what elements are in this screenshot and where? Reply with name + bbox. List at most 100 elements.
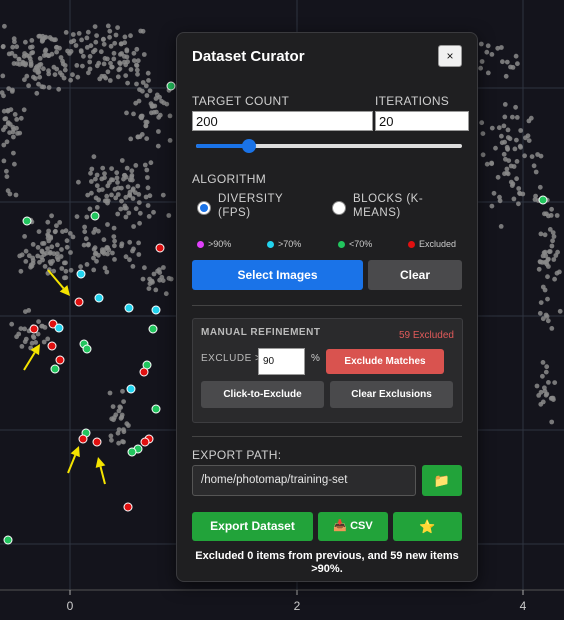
embedding-point — [125, 423, 131, 428]
green-point — [148, 324, 158, 334]
exclude-threshold-input[interactable]: 90 — [258, 348, 305, 375]
embedding-point — [63, 268, 69, 274]
embedding-point — [131, 111, 136, 117]
embedding-point — [48, 235, 54, 241]
embedding-point — [548, 213, 554, 218]
embedding-point — [61, 260, 67, 266]
embedding-point — [43, 52, 49, 58]
green-point — [90, 211, 100, 221]
export-dataset-button[interactable]: Export Dataset — [192, 512, 313, 541]
embedding-point — [74, 63, 80, 68]
embedding-point — [55, 242, 60, 248]
red-point — [78, 434, 88, 444]
embedding-point — [64, 244, 70, 250]
embedding-point — [89, 179, 94, 184]
embedding-point — [557, 308, 563, 314]
embedding-point — [526, 138, 532, 144]
close-button[interactable]: × — [438, 45, 462, 67]
embedding-point — [23, 259, 29, 264]
iterations-input[interactable]: 20 — [375, 111, 469, 131]
exclude-matches-button[interactable]: Exclude Matches — [326, 349, 444, 374]
embedding-point — [533, 169, 539, 175]
radio-diversity[interactable] — [197, 201, 211, 215]
x-tick-label: 2 — [294, 599, 301, 613]
export-path-input[interactable]: /home/photomap/training-set — [192, 465, 416, 496]
embedding-point — [142, 265, 147, 271]
radio-diversity-label[interactable]: DIVERSITY (FPS) — [218, 192, 300, 220]
embedding-point — [101, 61, 107, 67]
embedding-point — [126, 210, 132, 216]
embedding-point — [94, 172, 100, 178]
embedding-point — [163, 291, 169, 297]
target-count-input[interactable]: 200 — [192, 111, 373, 131]
embedding-point — [1, 142, 7, 148]
red-point — [92, 437, 102, 447]
percent-sign: % — [311, 353, 320, 364]
radio-blocks-label[interactable]: BLOCKS (K-MEANS) — [353, 192, 443, 220]
embedding-point — [76, 179, 81, 185]
embedding-point — [522, 153, 527, 159]
embedding-point — [121, 173, 127, 178]
embedding-point — [114, 170, 120, 176]
clear-button[interactable]: Clear — [368, 260, 462, 290]
embedding-point — [52, 72, 58, 77]
embedding-point — [498, 224, 504, 229]
clear-exclusions-button[interactable]: Clear Exclusions — [330, 381, 453, 408]
embedding-point — [22, 234, 27, 239]
manual-refinement-section: MANUAL REFINEMENT 59 Excluded EXCLUDE > … — [192, 318, 463, 423]
target-count-slider[interactable] — [196, 139, 462, 153]
embedding-point — [35, 70, 41, 75]
embedding-point — [36, 319, 41, 324]
embedding-point — [46, 228, 51, 234]
embedding-point — [45, 246, 50, 252]
embedding-point — [34, 90, 40, 96]
radio-blocks[interactable] — [332, 201, 346, 215]
embedding-point — [91, 246, 97, 252]
select-images-button[interactable]: Select Images — [192, 260, 363, 290]
embedding-point — [123, 214, 129, 220]
cyan-point — [126, 384, 136, 394]
embedding-point — [70, 32, 76, 37]
embedding-point — [59, 266, 65, 271]
csv-export-button[interactable]: 📥 CSV — [318, 512, 388, 541]
embedding-point — [518, 144, 523, 150]
embedding-point — [134, 46, 140, 52]
embedding-point — [535, 152, 540, 157]
embedding-point — [12, 53, 18, 59]
legend-item: Excluded — [408, 239, 456, 249]
embedding-point — [22, 326, 27, 332]
cyan-point — [151, 305, 161, 315]
embedding-point — [111, 234, 117, 240]
embedding-point — [164, 101, 170, 107]
slider-thumb[interactable] — [242, 139, 257, 153]
embedding-point — [154, 92, 160, 98]
embedding-point — [99, 187, 105, 193]
legend-dot-cyan — [267, 241, 274, 248]
embedding-point — [543, 369, 549, 375]
embedding-point — [549, 326, 555, 331]
embedding-point — [544, 314, 550, 319]
embedding-point — [108, 60, 113, 66]
embedding-point — [29, 340, 35, 346]
embedding-point — [43, 47, 49, 53]
annotation-arrow-shaft — [99, 466, 106, 485]
embedding-point — [484, 161, 490, 167]
folder-browse-button[interactable]: 📁 — [422, 465, 462, 496]
favorite-button[interactable]: ⭐ — [393, 512, 462, 541]
embedding-point — [12, 112, 18, 117]
embedding-point — [502, 139, 507, 145]
embedding-point — [514, 176, 519, 182]
embedding-point — [10, 44, 16, 50]
embedding-point — [155, 268, 161, 274]
embedding-point — [503, 73, 509, 79]
embedding-point — [107, 28, 113, 34]
embedding-point — [154, 109, 159, 115]
embedding-point — [129, 168, 135, 174]
embedding-point — [104, 193, 110, 199]
embedding-point — [83, 236, 89, 242]
legend-item: >90% — [197, 239, 231, 249]
divider — [192, 436, 462, 437]
embedding-point — [87, 59, 93, 65]
click-to-exclude-button[interactable]: Click-to-Exclude — [201, 381, 324, 408]
embedding-point — [128, 136, 134, 142]
